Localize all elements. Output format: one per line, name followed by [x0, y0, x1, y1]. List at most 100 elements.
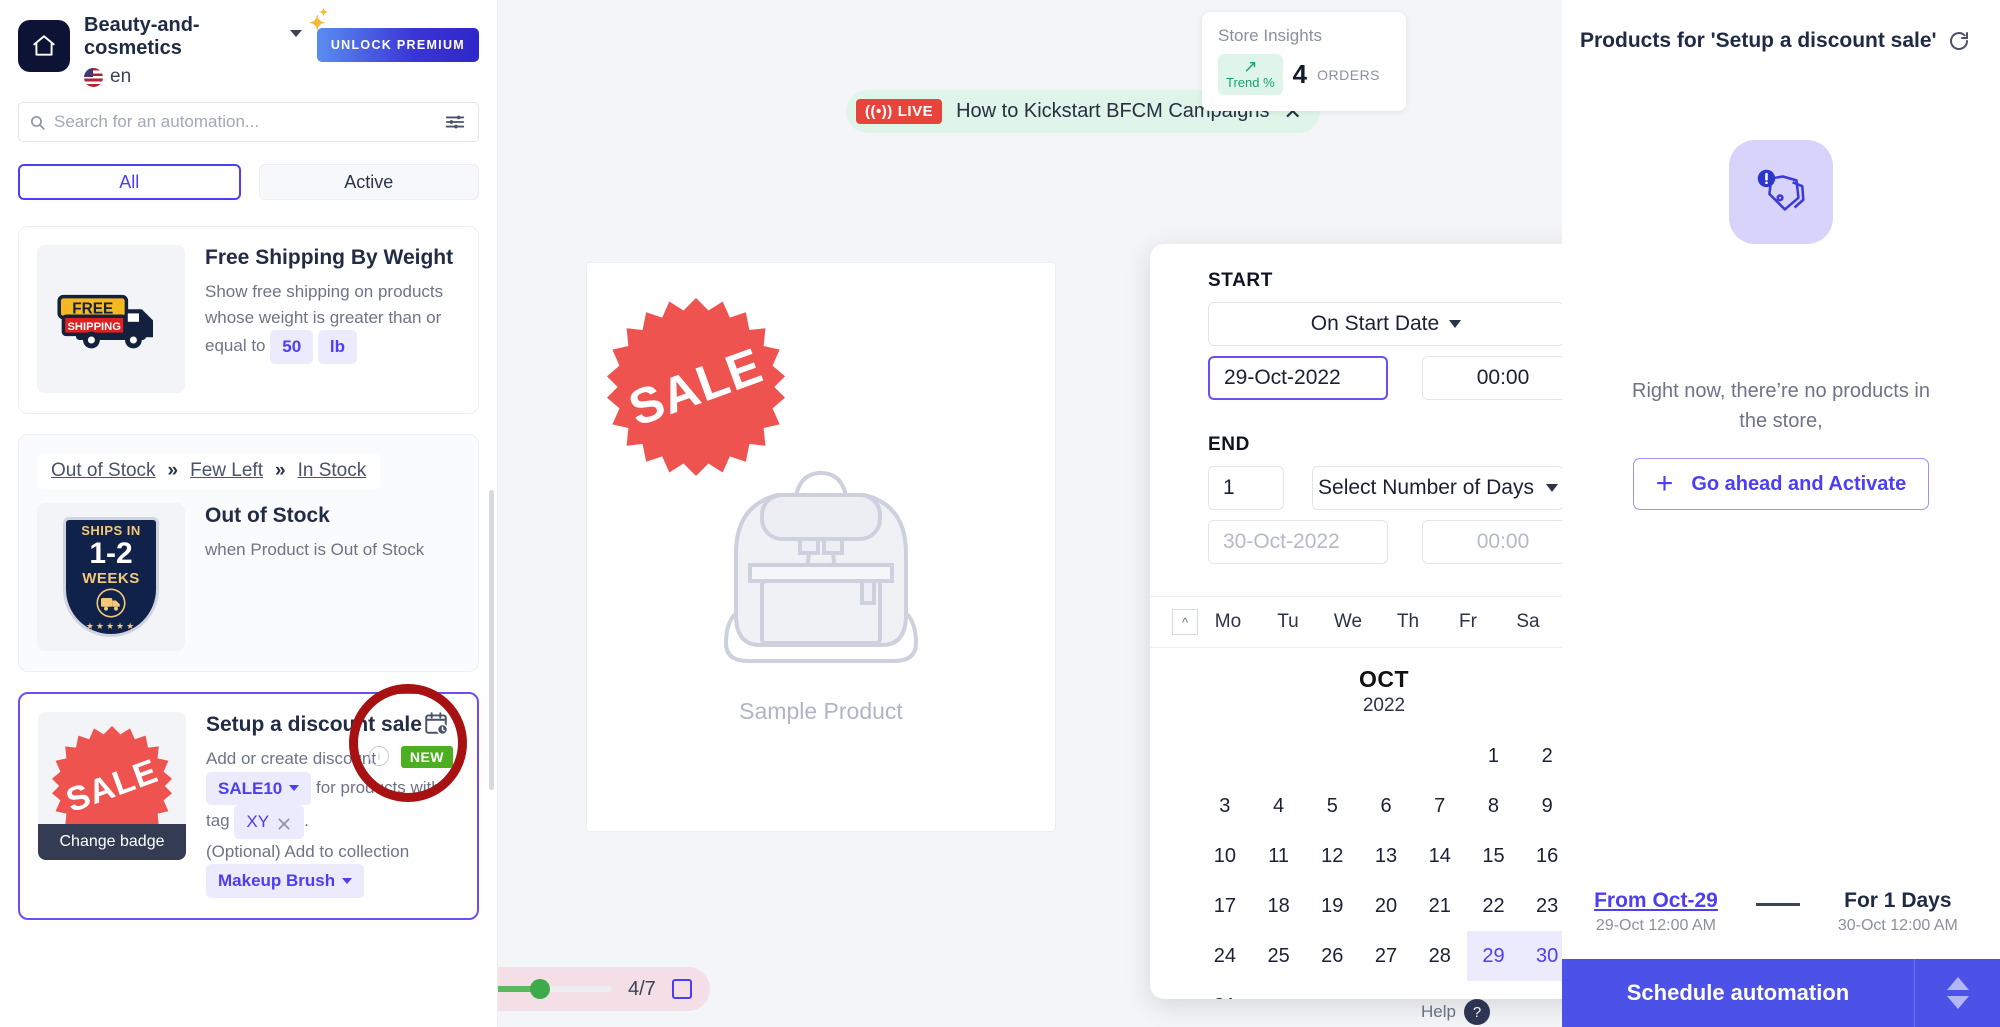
- go-ahead-activate-button[interactable]: + Go ahead and Activate: [1633, 458, 1929, 510]
- filter-tabs: All Active: [18, 164, 479, 200]
- unlock-premium-button[interactable]: ✦ ✦ UNLOCK PREMIUM: [309, 8, 479, 62]
- collection-select[interactable]: Makeup Brush: [206, 864, 365, 898]
- calendar-day-27[interactable]: 27: [1359, 931, 1413, 981]
- store-insights-card: Store Insights ↗ Trend % 4 ORDERS: [1202, 12, 1406, 111]
- card-description: when Product is Out of Stock: [205, 540, 425, 560]
- calendar-day-14[interactable]: 14: [1413, 831, 1467, 881]
- calendar-day-3[interactable]: 3: [1198, 781, 1252, 831]
- calendar-cell-empty: [1198, 731, 1252, 781]
- automation-card-discount-sale[interactable]: NEW i SALE Change badge Setup a discount…: [18, 684, 479, 920]
- live-badge-label: LIVE: [897, 103, 934, 120]
- flow-step-few-left[interactable]: Few Left: [190, 460, 263, 482]
- calendar-week-row: 12: [1198, 731, 1574, 781]
- empty-state: Right now, there’re no products in the s…: [1562, 140, 2000, 510]
- stop-button[interactable]: [671, 979, 692, 999]
- unlock-premium-label: UNLOCK PREMIUM: [330, 38, 465, 52]
- stepper-down-icon[interactable]: [1946, 996, 1969, 1009]
- sidebar-scrollbar[interactable]: [489, 490, 494, 790]
- automation-card-free-shipping[interactable]: FREE SHIPPING Free Shipping By Weight Sh…: [18, 226, 479, 414]
- change-badge-button[interactable]: Change badge: [38, 824, 186, 860]
- help-control[interactable]: Help ?: [1421, 999, 1490, 1025]
- end-mode-select[interactable]: Select Number of Days: [1312, 466, 1564, 510]
- calendar-day-8[interactable]: 8: [1467, 781, 1521, 831]
- language-selector[interactable]: en: [84, 66, 303, 88]
- schedule-from-label[interactable]: From Oct-29: [1594, 889, 1718, 913]
- search-bar[interactable]: [18, 102, 479, 142]
- info-icon[interactable]: i: [369, 746, 389, 766]
- weight-value-field[interactable]: 50: [270, 330, 314, 364]
- product-placeholder: Sample Product: [587, 413, 1055, 725]
- progress-slider[interactable]: [498, 979, 612, 999]
- filter-settings-icon[interactable]: [444, 111, 466, 133]
- discount-code-select[interactable]: SALE10: [206, 771, 312, 806]
- calendar-week-row: 3456789: [1198, 781, 1574, 831]
- calendar-week-row: 10 11 12 13 14 15 16: [1198, 831, 1574, 881]
- calendar-day-10[interactable]: 10: [1198, 831, 1252, 881]
- calendar-day-29[interactable]: 29: [1466, 931, 1521, 981]
- tutorial-player-bar: 4/7: [498, 962, 710, 1016]
- calendar-day-6[interactable]: 6: [1359, 781, 1413, 831]
- calendar-day-4[interactable]: 4: [1252, 781, 1306, 831]
- calendar-day-19[interactable]: 19: [1305, 881, 1359, 931]
- live-badge: ((•)) LIVE: [856, 99, 943, 124]
- calendar-day-11[interactable]: 11: [1252, 831, 1306, 881]
- tab-all[interactable]: All: [18, 164, 241, 200]
- calendar-day-21[interactable]: 21: [1413, 881, 1467, 931]
- card-description: Add or create discount SALE10 for produc…: [206, 746, 459, 898]
- calendar-prev-month-button[interactable]: ^: [1172, 609, 1198, 635]
- flow-step-in-stock[interactable]: In Stock: [298, 460, 367, 482]
- start-time-input[interactable]: 00:00: [1422, 356, 1584, 400]
- free-shipping-badge-art: FREE SHIPPING: [37, 245, 185, 393]
- calendar-day-17[interactable]: 17: [1198, 881, 1252, 931]
- calendar-cell-empty: [1359, 981, 1413, 999]
- store-switcher-caret-icon[interactable]: [290, 30, 302, 37]
- start-mode-select[interactable]: On Start Date: [1208, 302, 1564, 346]
- tab-active[interactable]: Active: [258, 164, 479, 200]
- dow-mo: Mo: [1214, 611, 1242, 632]
- help-label: Help: [1421, 1002, 1456, 1021]
- automation-card-out-of-stock[interactable]: Out of Stock » Few Left » In Stock SHIPS…: [18, 434, 479, 672]
- end-date-input[interactable]: 30-Oct-2022: [1208, 520, 1388, 564]
- calendar-day-15[interactable]: 15: [1467, 831, 1521, 881]
- orders-value: 4: [1292, 59, 1308, 89]
- calendar-week-row: 31: [1198, 981, 1574, 1000]
- calendar-day-20[interactable]: 20: [1359, 881, 1413, 931]
- end-days-count-input[interactable]: 1: [1208, 466, 1284, 510]
- new-badge: NEW: [400, 746, 453, 768]
- calendar-month: OCT: [1358, 666, 1410, 692]
- calendar-day-22[interactable]: 22: [1467, 881, 1521, 931]
- calendar-day-12[interactable]: 12: [1305, 831, 1359, 881]
- truck-icon: [96, 587, 126, 618]
- refresh-icon[interactable]: [1944, 26, 1974, 56]
- trend-label: Trend %: [1226, 75, 1275, 90]
- calendar-day-31[interactable]: 31: [1198, 981, 1252, 1000]
- calendar-day-7[interactable]: 7: [1413, 781, 1467, 831]
- calendar-day-28[interactable]: 28: [1413, 931, 1467, 981]
- home-icon[interactable]: [18, 20, 70, 72]
- calendar-day-18[interactable]: 18: [1252, 881, 1306, 931]
- tag-value-chip[interactable]: XY: [234, 805, 305, 839]
- schedule-automation-button[interactable]: Schedule automation: [1562, 959, 2000, 1027]
- close-icon[interactable]: [276, 814, 292, 830]
- calendar-day-24[interactable]: 24: [1198, 931, 1252, 981]
- help-icon: ?: [1464, 999, 1490, 1025]
- calendar-day-5[interactable]: 5: [1305, 781, 1359, 831]
- chevron-down-icon-2: [342, 877, 353, 884]
- calendar-day-26[interactable]: 26: [1305, 931, 1359, 981]
- progress-knob[interactable]: [530, 979, 550, 999]
- calendar-day-1[interactable]: 1: [1467, 731, 1521, 781]
- flow-step-out-of-stock[interactable]: Out of Stock: [51, 460, 156, 482]
- calendar-day-25[interactable]: 25: [1252, 931, 1306, 981]
- calendar-day-13[interactable]: 13: [1359, 831, 1413, 881]
- stepper-up-icon[interactable]: [1946, 977, 1969, 990]
- weight-unit-field[interactable]: lb: [317, 330, 357, 364]
- discount-mid-text: for products with: [315, 777, 441, 797]
- ships-in-badge-art: SHIPS IN 1-2 WEEKS ★★★★★: [37, 503, 185, 651]
- chevron-down-icon-2: [1545, 484, 1558, 492]
- sale-badge-art: SALE Change badge: [38, 712, 186, 860]
- start-date-input[interactable]: 29-Oct-2022: [1208, 356, 1388, 400]
- end-time-input[interactable]: 00:00: [1422, 520, 1584, 564]
- orders-label: ORDERS: [1317, 66, 1381, 83]
- calendar-clock-icon[interactable]: [423, 710, 449, 741]
- search-input[interactable]: [54, 112, 444, 132]
